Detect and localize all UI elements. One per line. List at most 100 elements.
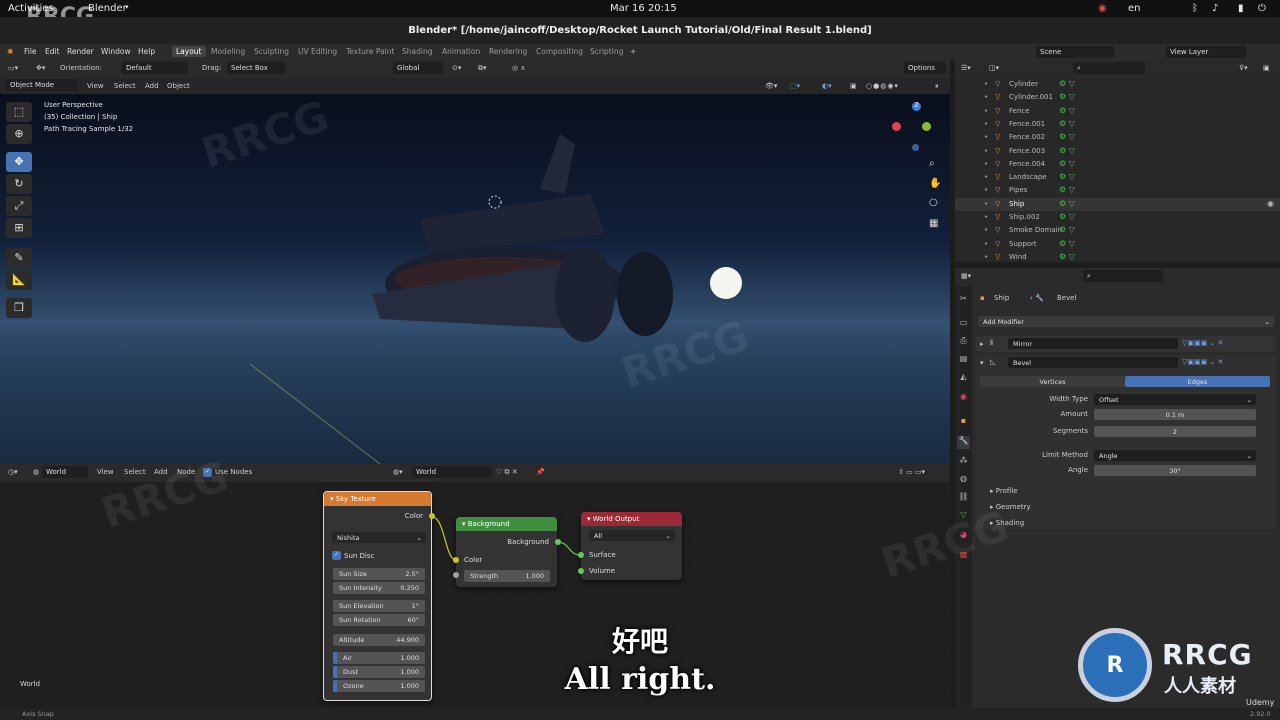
add-cube-tool-icon[interactable]: ❒: [6, 298, 32, 318]
3d-viewport[interactable]: User Perspective (35) Collection | Ship …: [0, 94, 950, 464]
transform-tool-icon[interactable]: ⊞: [6, 218, 32, 238]
expand-icon[interactable]: ▸: [980, 340, 984, 348]
outliner-item[interactable]: ▸ ▽ Landscape ⚙ ▽: [955, 171, 1280, 184]
world-tab-icon[interactable]: ◉: [957, 392, 970, 405]
world-name-field[interactable]: World: [412, 466, 492, 478]
clock[interactable]: Mar 16 20:15: [610, 3, 677, 14]
outliner-item[interactable]: ▸ ▽ Fence.002 ⚙ ▽: [955, 131, 1280, 144]
rotate-tool-icon[interactable]: ↻: [6, 174, 32, 194]
filter-icon[interactable]: ⊽▾: [1239, 64, 1248, 72]
modifier-icons[interactable]: ⚙ ▽: [1059, 92, 1075, 101]
camera-view-icon[interactable]: ⎔: [929, 198, 938, 209]
view-layer-selector[interactable]: View Layer: [1166, 46, 1246, 58]
gizmo-y-axis[interactable]: [922, 122, 931, 131]
background-output-socket[interactable]: [555, 539, 561, 545]
expand-icon[interactable]: ▸: [985, 93, 988, 100]
tab-layout[interactable]: Layout: [172, 46, 206, 57]
properties-search-field[interactable]: ⌕: [1083, 270, 1163, 282]
move-tool-icon[interactable]: ✥: [6, 152, 32, 172]
pan-hand-icon[interactable]: ✋: [929, 178, 941, 189]
add-menu[interactable]: Add: [145, 82, 159, 90]
object-menu[interactable]: Object: [167, 82, 190, 90]
pivot-icon[interactable]: ⊙▾: [452, 64, 461, 72]
scale-tool-icon[interactable]: ⤢: [6, 196, 32, 216]
volume-icon[interactable]: ♪: [1212, 3, 1218, 14]
modifier-tab-icon[interactable]: 🔧: [957, 436, 970, 449]
output-tab-icon[interactable]: ⎙: [957, 336, 970, 349]
tab-shading[interactable]: Shading: [402, 47, 432, 56]
gizmo-toggle-icon[interactable]: ⬚▾: [790, 82, 800, 90]
bluetooth-icon[interactable]: ᛒ: [1192, 3, 1198, 14]
outliner-item[interactable]: ▸ ▽ Fence.004 ⚙ ▽: [955, 158, 1280, 171]
tab-rendering[interactable]: Rendering: [489, 47, 527, 56]
gizmo-z-axis[interactable]: Z: [912, 102, 921, 111]
editor-type-icon[interactable]: ◷▾: [8, 468, 18, 476]
menu-file[interactable]: File: [24, 47, 37, 56]
particles-tab-icon[interactable]: ⁂: [957, 456, 970, 469]
zoom-icon[interactable]: ⌕: [929, 158, 935, 169]
modifier-icons[interactable]: ⚙ ▽: [1059, 185, 1075, 194]
options-dropdown[interactable]: Options: [904, 62, 946, 74]
outliner-item[interactable]: ▸ ▽ Cylinder.001 ⚙ ▽: [955, 91, 1280, 104]
limit-method-dropdown[interactable]: Angle ⌄: [1094, 450, 1256, 461]
tab-uv-editing[interactable]: UV Editing: [298, 47, 337, 56]
strength-socket[interactable]: [453, 572, 459, 578]
outliner-item[interactable]: ▸ ▽ Cylinder ⚙ ▽: [955, 78, 1280, 91]
menu-window[interactable]: Window: [101, 47, 131, 56]
background-node-title[interactable]: ▾ Background: [456, 517, 557, 531]
width-type-dropdown[interactable]: Offset ⌄: [1094, 394, 1256, 405]
properties-editor-icon[interactable]: ▦▾: [961, 272, 971, 280]
new-collection-icon[interactable]: ▣: [1263, 64, 1270, 72]
background-color-socket[interactable]: [453, 557, 459, 563]
expand-icon[interactable]: ▸: [985, 213, 988, 220]
expand-icon[interactable]: ▸: [985, 160, 988, 167]
volume-socket[interactable]: [578, 568, 584, 574]
annotate-tool-icon[interactable]: ✎: [6, 248, 32, 268]
fake-user-icon[interactable]: ♡ ⧉ ✕: [496, 468, 518, 477]
tab-sculpting[interactable]: Sculpting: [254, 47, 289, 56]
parent-node-icon[interactable]: ⇧ ▭ ▭▾: [898, 468, 925, 476]
modifier-icons[interactable]: ⚙ ▽: [1059, 146, 1075, 155]
updates-icon[interactable]: ◉: [1098, 3, 1107, 14]
ortho-grid-icon[interactable]: ▦: [929, 218, 938, 229]
transform-orientation-dropdown[interactable]: Global: [393, 62, 443, 74]
constraints-tab-icon[interactable]: ⛓: [957, 492, 970, 505]
tab-compositing[interactable]: Compositing: [536, 47, 583, 56]
blender-logo-icon[interactable]: ✺: [7, 47, 13, 56]
proportional-edit-icon[interactable]: ◎ ∧: [512, 64, 525, 72]
move-tool-icon[interactable]: ✥▾: [36, 64, 45, 72]
power-icon[interactable]: ⏻: [1258, 3, 1266, 14]
add-workspace-button[interactable]: +: [630, 47, 636, 56]
viewport-pause-icon[interactable]: ⏸: [935, 82, 939, 91]
outliner-search-field[interactable]: ⌕: [1073, 62, 1145, 74]
battery-icon[interactable]: ▮: [1238, 3, 1244, 14]
gizmo-x-axis[interactable]: [892, 122, 901, 131]
tab-texture-paint[interactable]: Texture Paint: [346, 47, 394, 56]
mirror-toggle-icons[interactable]: ▽▣▣▣ ⌄ ✕: [1182, 339, 1223, 347]
tool-tab-icon[interactable]: ✂: [957, 294, 970, 307]
render-tab-icon[interactable]: ▭: [957, 318, 970, 331]
view-layer-tab-icon[interactable]: ▤: [957, 354, 970, 367]
pin-icon[interactable]: 📌: [536, 468, 545, 476]
view-menu[interactable]: View: [87, 82, 104, 90]
sky-node-title[interactable]: ▾ Sky Texture: [324, 492, 431, 506]
world-output-node[interactable]: ▾ World Output All ⌄ Surface Volume: [578, 512, 682, 580]
tab-modeling[interactable]: Modeling: [211, 47, 245, 56]
visibility-icon[interactable]: 👁▾: [765, 82, 777, 90]
sun-elevation-field[interactable]: Sun Elevation 1°: [333, 600, 425, 612]
outliner-item[interactable]: ▸ ▽ Support ⚙ ▽: [955, 238, 1280, 251]
mode-dropdown[interactable]: Object Mode: [6, 79, 78, 91]
surface-socket[interactable]: [578, 552, 584, 558]
3d-cursor[interactable]: [488, 195, 502, 209]
modifier-icons[interactable]: ⚙ ▽: [1059, 239, 1075, 248]
sky-type-dropdown[interactable]: Nishita ⌄: [332, 532, 426, 543]
outliner-item[interactable]: ▸ ▽ Pipes ⚙ ▽: [955, 184, 1280, 197]
expand-icon[interactable]: ▸: [985, 186, 988, 193]
overlay-toggle-icon[interactable]: ◐▾: [822, 82, 832, 90]
navigation-gizmo[interactable]: Z: [892, 102, 942, 162]
modifier-icons[interactable]: ⚙ ▽: [1059, 199, 1075, 208]
scene-selector[interactable]: Scene: [1036, 46, 1114, 58]
profile-subpanel[interactable]: ▸ Profile: [990, 487, 1018, 495]
modifier-icons[interactable]: ⚙ ▽: [1059, 159, 1075, 168]
angle-field[interactable]: 30°: [1094, 465, 1256, 476]
